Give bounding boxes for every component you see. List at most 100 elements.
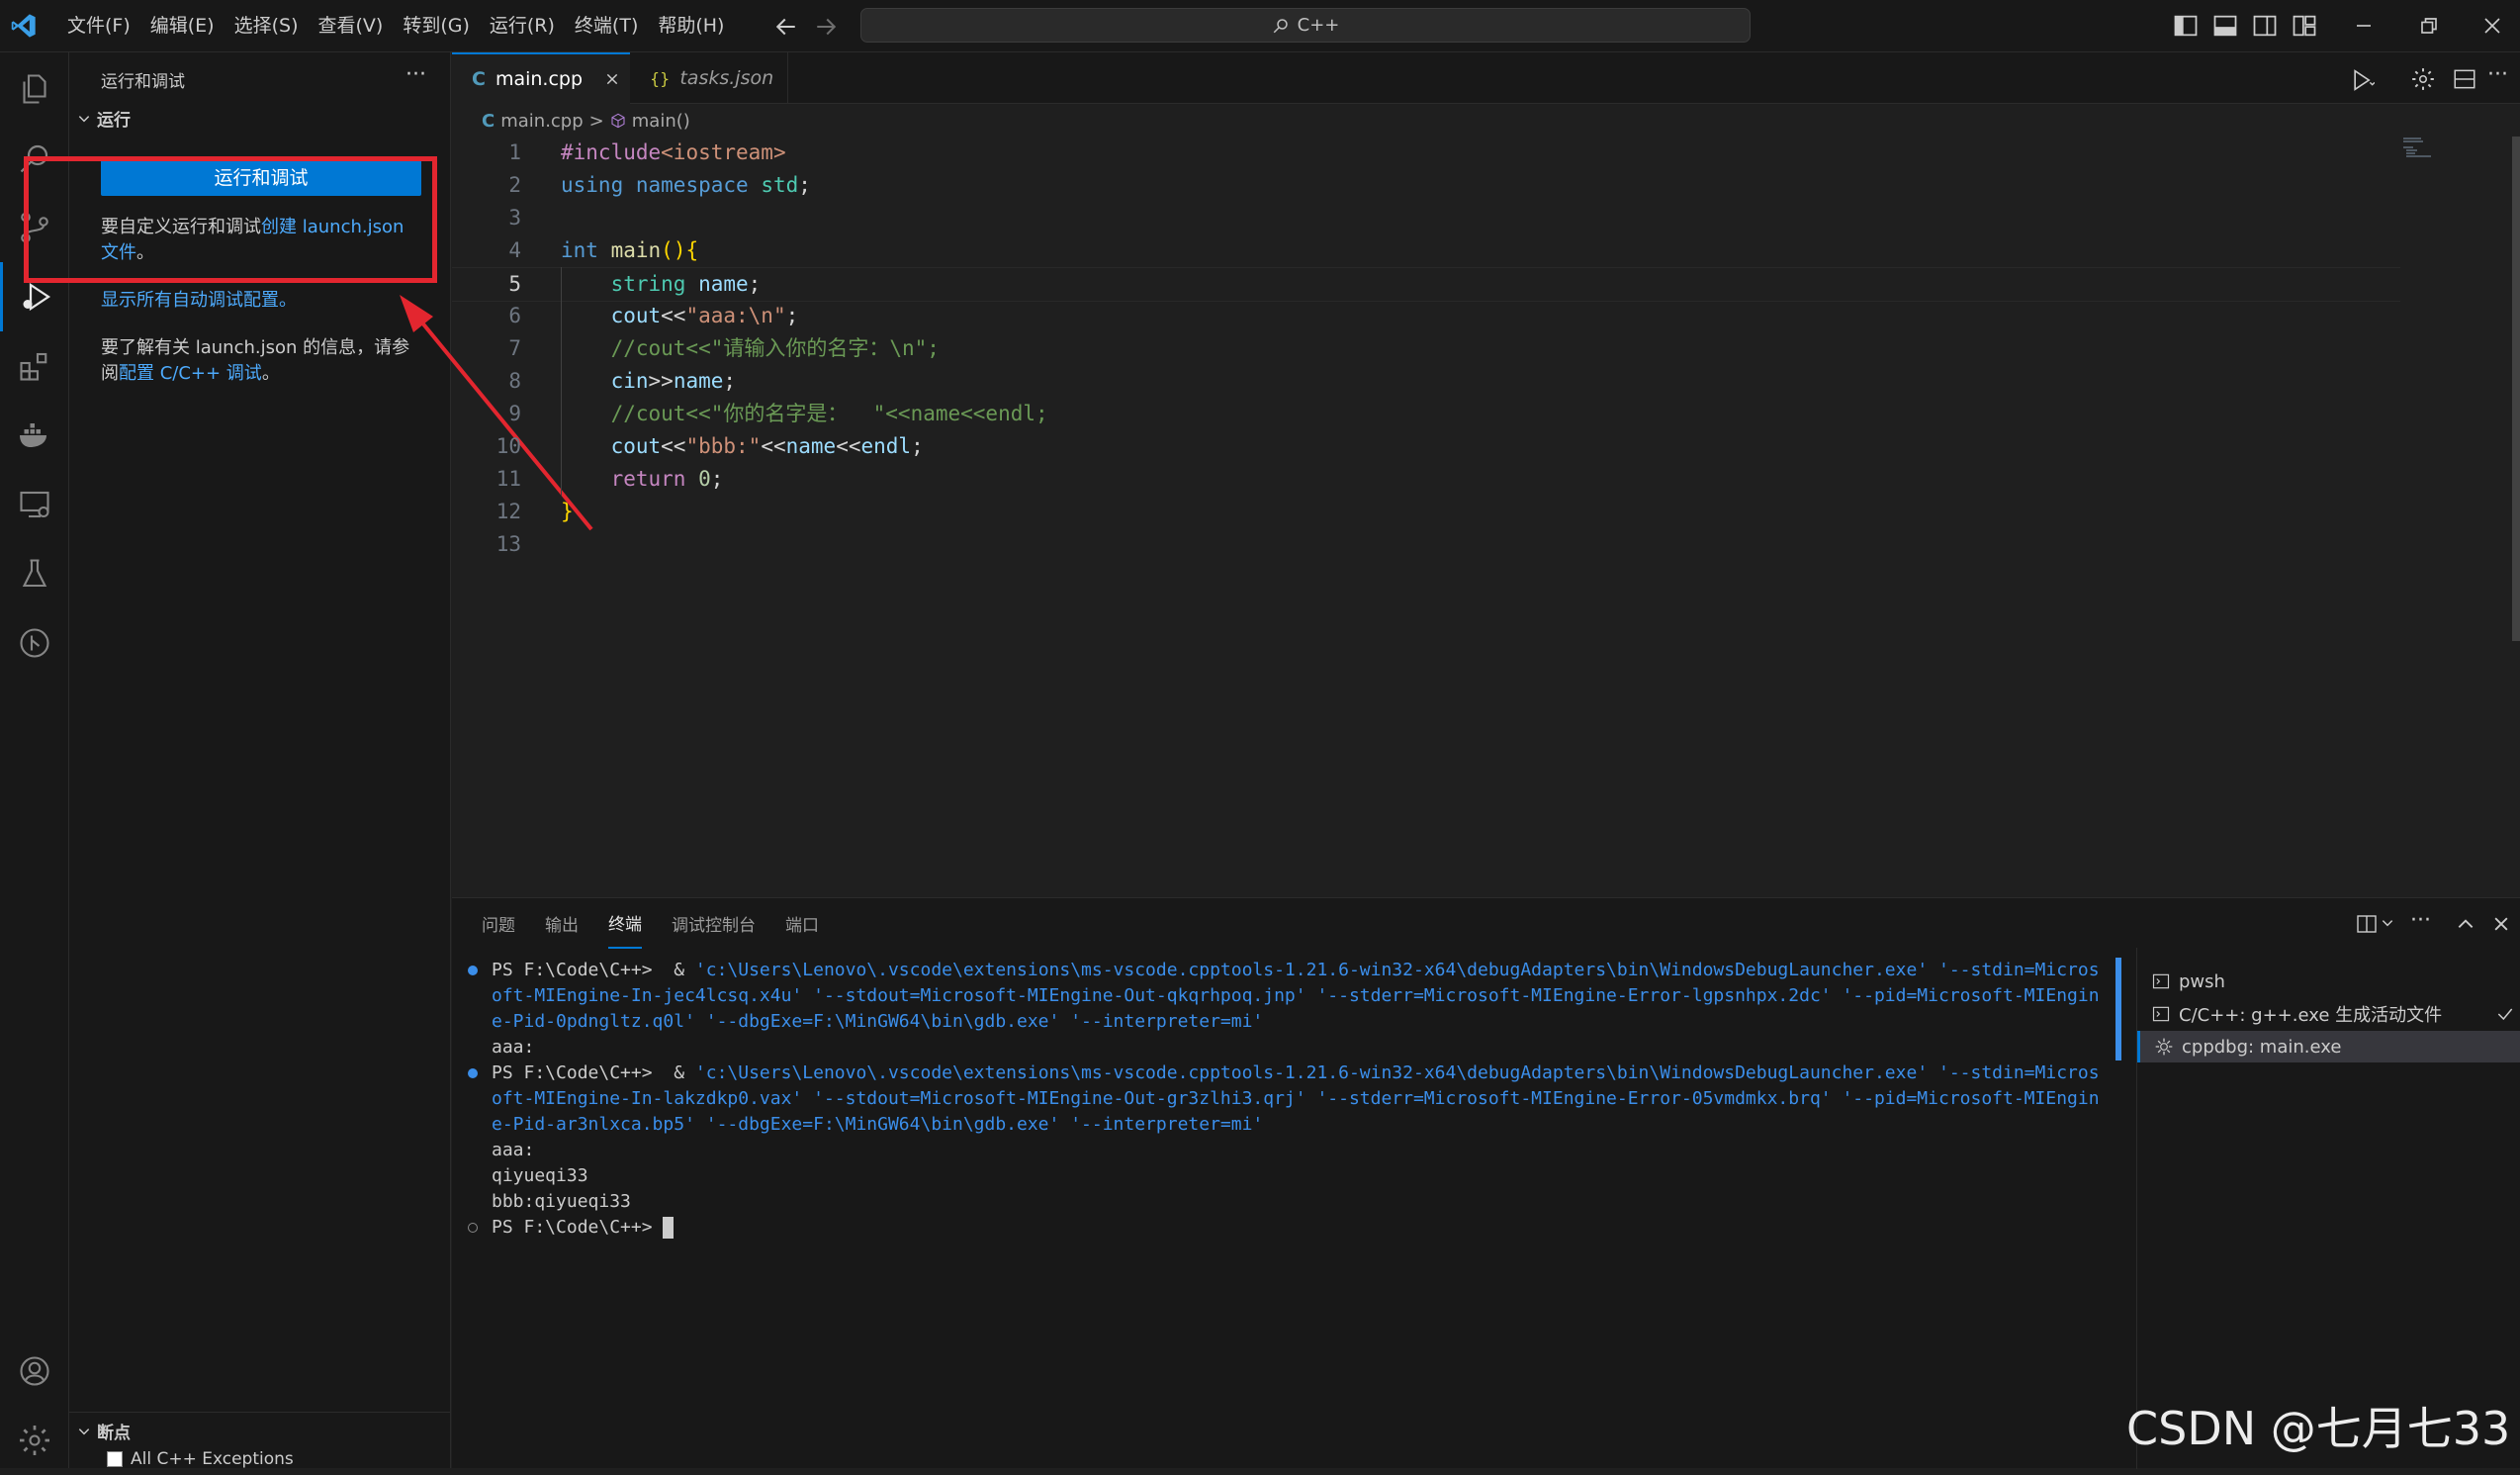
menu-edit[interactable]: 编辑(E): [140, 0, 225, 52]
breakpoints-section-header[interactable]: 断点: [77, 1419, 131, 1443]
menu-view[interactable]: 查看(V): [309, 0, 394, 52]
cpp-file-icon: C: [472, 68, 486, 90]
code-text: string name;: [610, 272, 762, 296]
code-editor[interactable]: 1 #include<iostream> 2 using namespace std…: [452, 137, 2479, 562]
editor-scrollbar[interactable]: [2512, 137, 2520, 641]
minimap[interactable]: [2401, 137, 2441, 160]
code-line: 13: [452, 528, 2400, 561]
code-line: 11 return 0;: [452, 463, 2400, 496]
panel-tab-problems[interactable]: 问题: [482, 899, 515, 948]
split-editor-icon[interactable]: [2452, 66, 2477, 92]
menu-help[interactable]: 帮助(H): [648, 0, 734, 52]
terminal-icon: [2152, 973, 2170, 989]
chevron-down-icon: [78, 1428, 90, 1434]
configure-cpp-debug-link[interactable]: 配置 C/C++ 调试: [119, 363, 262, 384]
code-text: cout<<"aaa:\n";: [610, 304, 799, 327]
sidebar-divider: [69, 1412, 451, 1413]
terminal-tab-cppdbg[interactable]: cppdbg: main.exe: [2137, 1031, 2520, 1062]
tab-label: main.cpp: [495, 68, 584, 90]
terminal-tab-label: C/C++: g++.exe 生成活动文件: [2179, 1005, 2443, 1026]
run-section-header[interactable]: 运行: [77, 106, 131, 131]
panel-tab-ports[interactable]: 端口: [785, 899, 819, 948]
check-icon: [2497, 1008, 2513, 1021]
menu-file[interactable]: 文件(F): [57, 0, 140, 52]
docker-icon[interactable]: [0, 401, 69, 470]
line-number: 1: [508, 140, 521, 164]
terminal-icon: [2152, 1006, 2170, 1022]
git-graph-icon[interactable]: [0, 608, 69, 678]
breadcrumb-symbol[interactable]: main(): [632, 111, 690, 132]
accounts-icon[interactable]: [0, 1337, 69, 1406]
terminal-line: aaa:: [492, 1037, 535, 1058]
editor-tabs: C main.cpp {} tasks.json ···: [452, 52, 2520, 104]
menu-go[interactable]: 转到(G): [393, 0, 480, 52]
more-actions-icon[interactable]: ···: [405, 62, 426, 87]
chevron-up-icon[interactable]: [2456, 914, 2475, 934]
terminal-line: bbb:qiyueqi33: [492, 1191, 631, 1212]
testing-icon[interactable]: [0, 539, 69, 608]
arrow-right-icon[interactable]: [811, 12, 841, 42]
code-text: return 0;: [610, 467, 724, 491]
gear-icon[interactable]: [2410, 66, 2436, 92]
customize-layout-icon[interactable]: [2291, 12, 2318, 40]
line-number: 13: [495, 532, 521, 556]
close-panel-icon[interactable]: [2491, 914, 2511, 934]
line-number: 3: [508, 206, 521, 230]
terminal-tab-build[interactable]: C/C++: g++.exe 生成活动文件: [2137, 998, 2520, 1030]
breakpoint-checkbox[interactable]: [107, 1451, 123, 1467]
line-number: 4: [508, 238, 521, 262]
csdn-watermark: CSDN @七月七33: [2126, 1402, 2511, 1455]
explorer-icon[interactable]: [0, 54, 69, 124]
terminal-line: PS F:\Code\C++> & 'c:\Users\Lenovo\.vsco…: [492, 960, 2100, 980]
terminal-line: qiyueqi33: [492, 1165, 588, 1186]
tab-main-cpp[interactable]: C main.cpp: [452, 52, 630, 104]
split-terminal-icon[interactable]: [2355, 912, 2379, 936]
arrow-left-icon[interactable]: [771, 12, 801, 42]
menu-terminal[interactable]: 终端(T): [565, 0, 648, 52]
method-symbol-icon: [611, 113, 625, 129]
show-all-configs-link[interactable]: 显示所有自动调试配置。: [101, 288, 297, 314]
tab-label: tasks.json: [679, 67, 774, 89]
json-file-icon: {}: [650, 68, 671, 88]
run-section-label: 运行: [97, 111, 131, 131]
minimize-icon[interactable]: [2350, 12, 2378, 40]
line-number: 5: [508, 272, 521, 296]
chevron-right-icon: >: [588, 110, 604, 132]
extensions-icon[interactable]: [0, 331, 69, 401]
terminal-list: pwsh C/C++: g++.exe 生成活动文件 cppdbg: main.…: [2136, 948, 2520, 1469]
close-tab-icon[interactable]: [604, 71, 620, 87]
close-window-icon[interactable]: [2478, 12, 2506, 40]
tab-tasks-json[interactable]: {} tasks.json: [630, 52, 788, 104]
panel-tab-terminal[interactable]: 终端: [608, 898, 642, 949]
terminal-line: PS F:\Code\C++> & 'c:\Users\Lenovo\.vsco…: [492, 1062, 2100, 1083]
command-center-search[interactable]: C++: [860, 8, 1751, 43]
panel-tab-debug-console[interactable]: 调试控制台: [672, 899, 756, 948]
command-success-dot: [468, 1068, 478, 1078]
remote-explorer-icon[interactable]: [0, 470, 69, 539]
settings-gear-icon[interactable]: [0, 1406, 69, 1475]
terminal-tab-pwsh[interactable]: pwsh: [2137, 966, 2520, 997]
line-number: 7: [508, 336, 521, 360]
editor-more-actions[interactable]: ···: [2487, 62, 2508, 87]
menu-run[interactable]: 运行(R): [480, 0, 565, 52]
chevron-down-icon[interactable]: [2381, 916, 2394, 930]
terminal-line: e-Pid-0pdngltz.q0l' '--dbgExe=F:\MinGW64…: [492, 1011, 1264, 1032]
run-debug-file-icon[interactable]: [2347, 66, 2375, 94]
panel-tab-output[interactable]: 输出: [545, 899, 579, 948]
line-number: 6: [508, 304, 521, 327]
learn-suffix: 。: [261, 363, 280, 384]
breakpoint-item: All C++ Exceptions: [107, 1449, 294, 1469]
code-line: 6 cout<<"aaa:\n";: [452, 300, 2400, 332]
breadcrumb-file[interactable]: main.cpp: [500, 111, 583, 132]
terminal-line: e-Pid-ar3nlxca.bp5' '--dbgExe=F:\MinGW64…: [492, 1114, 1264, 1135]
restore-icon[interactable]: [2415, 12, 2443, 40]
debug-gear-icon: [2155, 1038, 2173, 1056]
terminal-tab-label: cppdbg: main.exe: [2182, 1036, 2342, 1058]
panel-more-actions[interactable]: ···: [2410, 908, 2431, 933]
toggle-primary-sidebar-icon[interactable]: [2172, 12, 2200, 40]
cpp-file-icon: C: [482, 110, 495, 132]
toggle-secondary-sidebar-icon[interactable]: [2251, 12, 2279, 40]
terminal-output[interactable]: PS F:\Code\C++> & 'c:\Users\Lenovo\.vsco…: [462, 958, 2123, 1452]
menu-selection[interactable]: 选择(S): [225, 0, 309, 52]
toggle-panel-icon[interactable]: [2211, 12, 2239, 40]
